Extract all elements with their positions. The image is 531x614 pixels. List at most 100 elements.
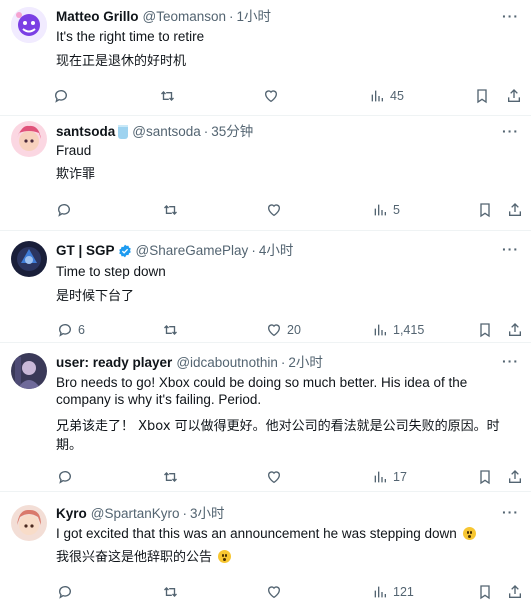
- more-options-icon[interactable]: ···: [502, 353, 519, 369]
- views-button[interactable]: 121: [372, 584, 414, 600]
- view-count: 45: [390, 89, 404, 103]
- timestamp[interactable]: 3小时: [190, 506, 225, 522]
- share-icon: [509, 323, 521, 336]
- avatar-image: [11, 353, 47, 389]
- reply-icon: [59, 324, 71, 337]
- tweet-header: GT | SGP @ShareGamePlay · 4小时: [56, 243, 293, 259]
- heart-icon: [267, 324, 281, 337]
- more-options-icon[interactable]: ···: [502, 123, 519, 139]
- share-icon: [508, 89, 520, 102]
- tweet-actions: 5: [50, 202, 522, 222]
- view-count: 5: [393, 203, 400, 217]
- heart-icon: [267, 471, 281, 484]
- like-button[interactable]: [266, 584, 287, 600]
- tweet-actions: 6 20 1,415: [50, 322, 522, 342]
- retweet-icon: [164, 472, 177, 482]
- views-icon: [374, 471, 386, 483]
- share-button[interactable]: [507, 584, 523, 600]
- reply-icon: [55, 90, 67, 103]
- tweet-header: Kyro @SpartanKyro · 3小时: [56, 506, 225, 522]
- retweet-button[interactable]: [162, 584, 179, 600]
- retweet-icon: [164, 205, 177, 215]
- share-button[interactable]: [506, 88, 522, 104]
- views-icon: [374, 324, 386, 336]
- tweet-actions: 17: [50, 469, 522, 489]
- like-button[interactable]: [266, 202, 287, 218]
- tweet[interactable]: Kyro @SpartanKyro · 3小时 ··· I got excite…: [0, 492, 531, 614]
- tweet-translation: 是时候下台了: [56, 289, 135, 304]
- separator-dot: ·: [280, 355, 286, 370]
- more-options-icon[interactable]: ···: [502, 241, 519, 257]
- author-name[interactable]: GT | SGP: [56, 243, 115, 259]
- view-count: 17: [393, 470, 407, 484]
- tweet-text: Time to step down: [56, 264, 166, 279]
- separator-dot: ·: [251, 243, 256, 258]
- retweet-button[interactable]: [159, 88, 176, 104]
- tweet-header: santsoda @santsoda · 35分钟: [56, 124, 253, 140]
- author-name[interactable]: user: ready player: [56, 355, 172, 371]
- avatar[interactable]: [11, 241, 47, 277]
- more-options-icon[interactable]: ···: [502, 8, 519, 24]
- author-handle[interactable]: @santsoda: [132, 124, 201, 140]
- bookmark-button[interactable]: [477, 322, 493, 338]
- views-button[interactable]: 1,415: [372, 322, 424, 338]
- tweet-actions: 121: [50, 584, 522, 604]
- reply-button[interactable]: 6: [57, 322, 85, 338]
- author-name[interactable]: Matteo Grillo: [56, 9, 139, 25]
- bookmark-button[interactable]: [477, 584, 493, 600]
- like-button[interactable]: 20: [266, 322, 301, 338]
- heart-icon: [264, 90, 278, 103]
- avatar[interactable]: [11, 121, 47, 157]
- timestamp[interactable]: 4小时: [259, 243, 294, 259]
- separator-dot: ·: [203, 124, 209, 139]
- view-count: 121: [393, 585, 414, 599]
- timestamp[interactable]: 1小时: [237, 9, 272, 25]
- timestamp[interactable]: 35分钟: [211, 124, 253, 140]
- reply-button[interactable]: [56, 202, 77, 218]
- tweet-translation: 欺诈罪: [56, 167, 96, 182]
- tweet-text-row: I got excited that this was an announcem…: [56, 525, 476, 542]
- tweet[interactable]: Matteo Grillo @Teomanson · 1小时 ··· It's …: [0, 0, 531, 118]
- tweet[interactable]: user: ready player @idcaboutnothin · 2小时…: [0, 343, 531, 493]
- author-handle[interactable]: @SpartanKyro: [91, 506, 180, 522]
- retweet-button[interactable]: [162, 469, 179, 485]
- author-name[interactable]: santsoda: [56, 124, 115, 140]
- bookmark-button[interactable]: [474, 88, 490, 104]
- bookmark-button[interactable]: [477, 202, 493, 218]
- avatar[interactable]: [11, 505, 47, 541]
- reply-button[interactable]: [53, 88, 74, 104]
- views-button[interactable]: 17: [372, 469, 407, 485]
- share-button[interactable]: [507, 202, 523, 218]
- tweet[interactable]: santsoda @santsoda · 35分钟 ··· Fraud 欺诈罪 …: [0, 116, 531, 233]
- author-name[interactable]: Kyro: [56, 506, 87, 522]
- views-icon: [371, 90, 383, 102]
- view-count: 1,415: [393, 323, 425, 337]
- share-button[interactable]: [507, 322, 523, 338]
- views-button[interactable]: 5: [372, 202, 400, 218]
- reply-button[interactable]: [57, 469, 78, 485]
- heart-icon: [267, 586, 281, 599]
- avatar[interactable]: [11, 7, 47, 43]
- bookmark-button[interactable]: [477, 469, 493, 485]
- tweet-header: Matteo Grillo @Teomanson · 1小时: [56, 9, 271, 25]
- tweet[interactable]: GT | SGP @ShareGamePlay · 4小时 ··· Time t…: [0, 231, 531, 344]
- author-handle[interactable]: @idcaboutnothin: [176, 355, 278, 371]
- reply-button[interactable]: [57, 584, 78, 600]
- like-button[interactable]: [266, 469, 287, 485]
- author-handle[interactable]: @Teomanson: [143, 9, 227, 25]
- avatar[interactable]: [11, 353, 47, 389]
- retweet-button[interactable]: [162, 202, 179, 218]
- like-count: 20: [287, 323, 301, 337]
- avatar-image: [11, 7, 47, 43]
- timestamp[interactable]: 2小时: [288, 355, 323, 371]
- author-handle[interactable]: @ShareGamePlay: [136, 243, 249, 259]
- like-button[interactable]: [263, 88, 284, 104]
- bookmark-icon: [480, 203, 490, 218]
- retweet-button[interactable]: [162, 322, 179, 338]
- bookmark-icon: [480, 323, 490, 338]
- share-button[interactable]: [507, 469, 523, 485]
- more-options-icon[interactable]: ···: [502, 504, 519, 520]
- views-button[interactable]: 45: [369, 88, 404, 104]
- tweet-translation-row: 我很兴奋这是他辞职的公告: [56, 549, 232, 566]
- tweet-text: It's the right time to retire: [56, 29, 205, 44]
